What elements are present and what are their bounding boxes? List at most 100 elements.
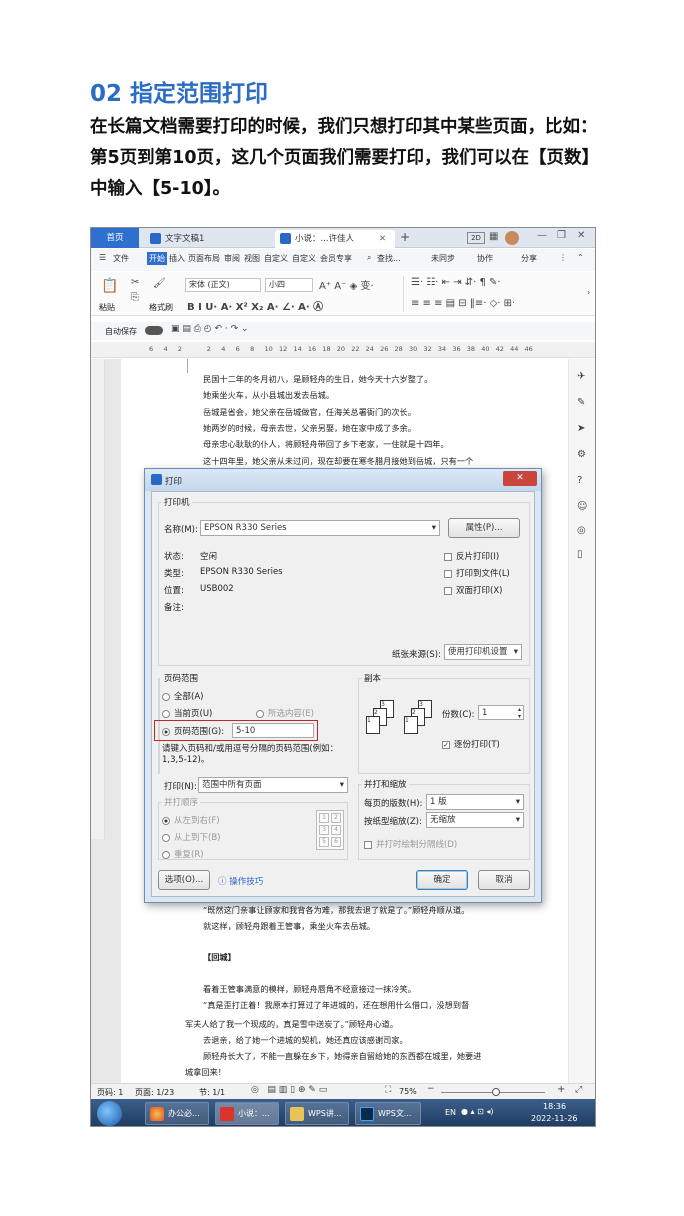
chevron-right-icon[interactable]: › [587,288,590,297]
share-button[interactable]: 分享 [521,253,537,264]
menu-start[interactable]: 开始 [147,252,167,265]
range-all-radio[interactable]: 全部(A) [162,690,203,702]
menu-insert[interactable]: 插入 [169,253,185,264]
sliders-icon[interactable]: ⚙ [577,449,586,460]
book-icon[interactable]: ▯ [577,549,583,560]
printer-name-select[interactable]: EPSON R330 Series ▾ [200,520,440,536]
ruler-tick: 8 [250,345,255,353]
paste-button[interactable]: 粘贴 [99,302,115,313]
menu-member[interactable]: 会员专享 [320,253,352,264]
dialog-close-button[interactable]: ✕ [503,471,537,486]
range-current-radio[interactable]: 当前页(U) [162,707,212,719]
zoom-slider-thumb[interactable] [491,1088,500,1096]
font-size-select[interactable]: 小四 [265,278,313,292]
search-input[interactable]: 查找... [377,253,401,264]
paper-source-select[interactable]: 使用打印机设置 ▾ [444,644,522,660]
taskbar-item-1[interactable]: 办公必... [145,1102,209,1125]
tab-doc2[interactable]: 小说：...许佳人 ✕ [275,230,395,248]
duplex-checkbox[interactable]: 双面打印(X) [444,584,502,596]
format-painter-button[interactable]: 格式刷 [149,302,173,313]
tray-icons[interactable]: ● ▴ ⊡ ◂) [461,1107,493,1116]
sync-status[interactable]: 未同步 [431,253,455,264]
compass-icon[interactable]: ◎ [577,525,586,536]
ruler-tick: 22 [351,345,360,353]
start-button[interactable] [97,1101,122,1126]
window-close-icon[interactable]: ✕ [577,230,585,241]
per-sheet-select[interactable]: 1 版 ▾ [426,794,524,810]
zoom-level[interactable]: 75% [399,1087,417,1096]
new-tab-button[interactable]: + [400,230,410,244]
ok-button[interactable]: 确定 [416,870,468,890]
rocket-icon[interactable]: ✈ [577,371,585,382]
align-tools[interactable]: ≡ ≡ ≡ ▤ ⊟ ‖≡· ◇· ⊞· [411,298,515,309]
scale-select[interactable]: 无缩放 ▾ [426,812,524,828]
cut-icon[interactable]: ✂ [131,277,139,288]
view-icons[interactable]: ◎ ▤ ▥ ▯ ⊕ ✎ ▭ [251,1085,327,1095]
collab-button[interactable]: 协作 [477,253,493,264]
wps-screenshot: 首页 文字文稿1 小说：...许佳人 ✕ + 2D ▦ — ❐ ✕ ☰ 文件 开… [90,227,596,1127]
search-icon[interactable]: ⌕ [367,253,371,263]
chevron-up-icon[interactable]: ⌃ [577,253,584,262]
options-button[interactable]: 选项(O)... [158,870,210,890]
ruler-tick: 14 [293,345,302,353]
font-grow-icon[interactable]: A⁺ A⁻ ◈ 变· [319,277,374,292]
print-what-select[interactable]: 范围中所有页面 ▾ [198,777,348,793]
order-ttb-radio[interactable]: 从上到下(B) [162,831,220,843]
doc-line: 顾轻舟长大了，不能一直躲在乡下，她得亲自留给她的东西都在城里，她要进 [203,1051,482,1061]
grid-icon[interactable]: ▦ [489,231,498,242]
zoom-out-icon[interactable]: − [427,1084,435,1094]
reverse-checkbox[interactable]: 反片打印(I) [444,550,499,562]
list-tools[interactable]: ☰· ☷· ⇤ ⇥ ⇵· ¶ ✎· [411,277,501,288]
range-selection-radio[interactable]: 所选内容(E) [256,707,314,719]
order-ltr-radio[interactable]: 从左到右(F) [162,814,220,826]
order-cell: 1 [319,813,329,823]
minimize-icon[interactable]: — [537,230,547,241]
tab-home[interactable]: 首页 [91,228,139,248]
to-file-checkbox[interactable]: 打印到文件(L) [444,567,510,579]
menu-custom1[interactable]: 自定义 [264,253,288,264]
autosave-toggle[interactable] [145,326,163,335]
taskbar-item-2[interactable]: 小说：... [215,1102,279,1125]
draw-divider-checkbox[interactable]: 并打时绘制分隔线(D) [364,838,457,850]
restore-icon[interactable]: ❐ [557,230,566,241]
format-painter-icon[interactable]: 🖌 [153,278,166,289]
clock-time[interactable]: 18:36 [543,1102,566,1111]
ruler-tick: 18 [322,345,331,353]
status-pages: 页面: 1/23 [135,1088,175,1097]
collate-preview-2: 3 2 1 [404,700,440,740]
order-repeat-radio[interactable]: 重复(R) [162,848,204,860]
fit-icon[interactable]: ⛶ [385,1085,391,1095]
menu-view[interactable]: 视图 [244,253,260,264]
robot-icon[interactable]: ☺ [577,501,587,512]
menu-review[interactable]: 审阅 [224,253,240,264]
tab-doc1[interactable]: 文字文稿1 [145,230,271,248]
taskbar-item-4[interactable]: WPS文... [355,1102,421,1125]
format-tools[interactable]: B I U· A· X² X₂ A· ∠· A· Ⓐ [187,298,323,313]
menu-layout[interactable]: 页面布局 [188,253,220,264]
taskbar-item-3[interactable]: WPS讲... [285,1102,349,1125]
font-select[interactable]: 宋体 (正文) [185,278,261,292]
copies-input[interactable]: 1 ▴ ▾ [478,705,524,720]
menu-file[interactable]: 文件 [113,253,129,264]
spinner-icon[interactable]: ▴ ▾ [518,706,521,720]
page-range-input[interactable]: 5-10 [232,723,314,738]
fullscreen-icon[interactable]: ⤢ [575,1085,582,1095]
menu-custom2[interactable]: 自定义 [292,253,316,264]
hamburger-icon[interactable]: ☰ [99,253,106,262]
cursor-icon[interactable]: ➤ [577,423,585,434]
properties-button[interactable]: 属性(P)... [448,518,520,538]
quick-tools[interactable]: ▣ ▤ ⎙ ◴ ↶ · ↷ ⌄ [171,324,249,334]
tips-link[interactable]: ⓘ 操作技巧 [218,875,263,887]
copy-icon[interactable]: ⎘ [131,292,139,303]
more-icon[interactable]: ⋮ [559,253,567,262]
clock-date[interactable]: 2022-11-26 [531,1114,578,1123]
collate-checkbox[interactable]: ✓ 逐份打印(T) [442,738,500,750]
pen-icon[interactable]: ✎ [577,397,585,408]
zoom-in-icon[interactable]: + [557,1084,565,1095]
help-icon[interactable]: ? [577,475,582,486]
avatar[interactable] [505,231,519,245]
cancel-button[interactable]: 取消 [478,870,530,890]
range-pages-radio[interactable]: 页码范围(G): [162,725,224,737]
language-indicator[interactable]: EN [445,1108,456,1117]
close-icon[interactable]: ✕ [379,230,386,248]
